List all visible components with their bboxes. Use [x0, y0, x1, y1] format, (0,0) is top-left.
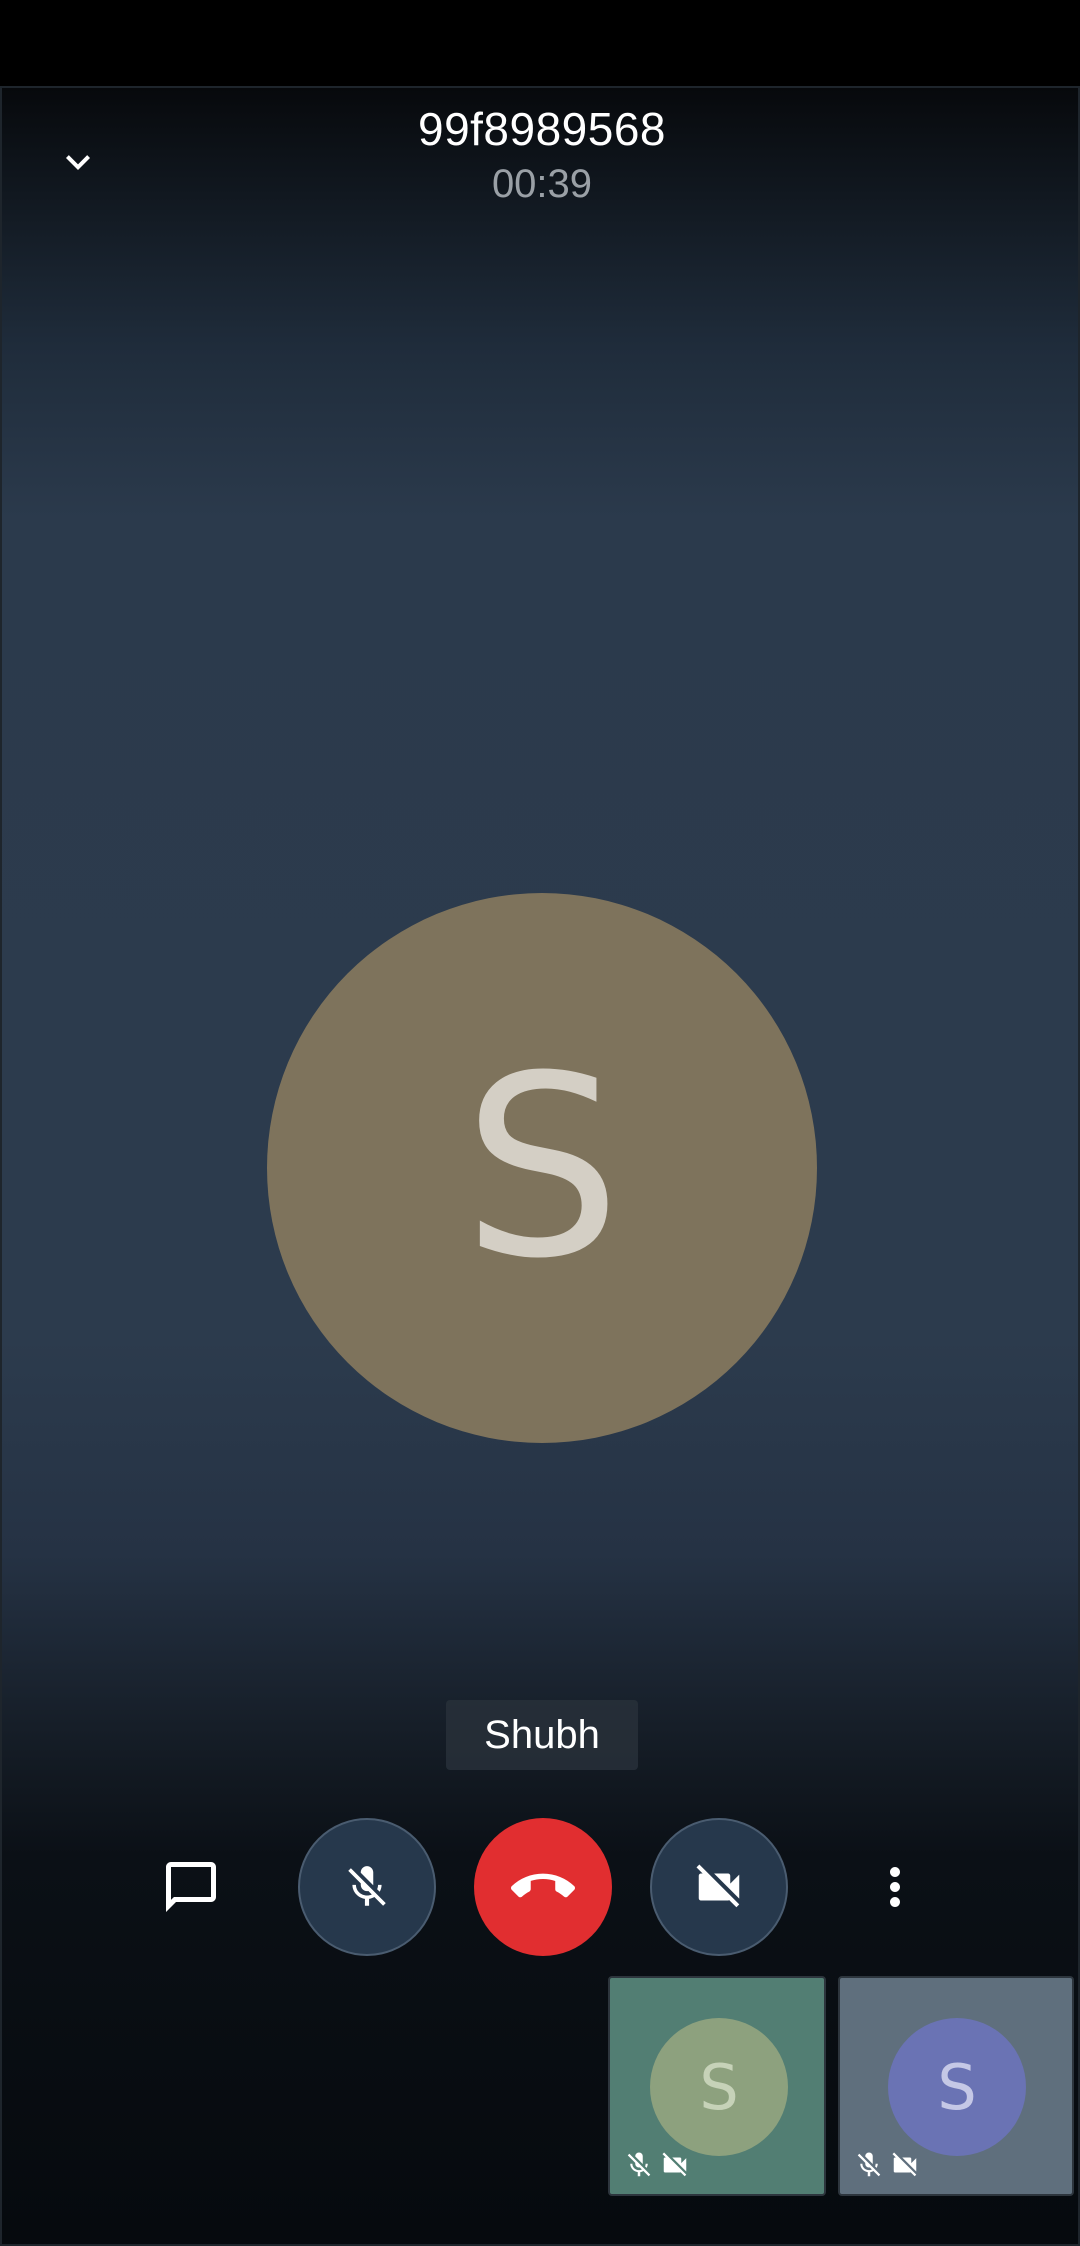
participant-tile[interactable]: S: [608, 1976, 826, 2196]
tile-avatar: S: [888, 2018, 1026, 2156]
more-vert-icon: [890, 1867, 900, 1907]
call-title: 99f8989568: [417, 103, 667, 155]
chat-button[interactable]: [122, 1818, 260, 1956]
tile-initial: S: [699, 2050, 739, 2124]
mute-button[interactable]: [298, 1818, 436, 1956]
tile-status-icons: [624, 2150, 690, 2180]
call-end-icon: [511, 1873, 575, 1898]
tile-avatar: S: [650, 2018, 788, 2156]
more-options-button[interactable]: [826, 1818, 964, 1956]
call-timer: 00:39: [491, 162, 593, 206]
videocam-off-icon: [696, 1864, 740, 1908]
call-screen: 99f8989568 00:39 S Shubh S S: [0, 86, 1080, 2246]
participant-name-label: Shubh: [446, 1700, 638, 1770]
mic-off-icon: [624, 2150, 654, 2180]
mic-off-icon: [854, 2150, 884, 2180]
mic-off-icon: [348, 1866, 386, 1906]
chat-bubble-icon: [166, 1862, 216, 1912]
end-call-button[interactable]: [474, 1818, 612, 1956]
tile-status-icons: [854, 2150, 920, 2180]
videocam-off-icon: [890, 2150, 920, 2180]
tile-initial: S: [937, 2050, 977, 2124]
main-participant-avatar: S: [267, 893, 817, 1443]
main-participant-initial: S: [462, 1022, 622, 1313]
camera-button[interactable]: [650, 1818, 788, 1956]
participant-tile[interactable]: S: [838, 1976, 1074, 2196]
status-bar: [0, 0, 1080, 86]
videocam-off-icon: [660, 2150, 690, 2180]
